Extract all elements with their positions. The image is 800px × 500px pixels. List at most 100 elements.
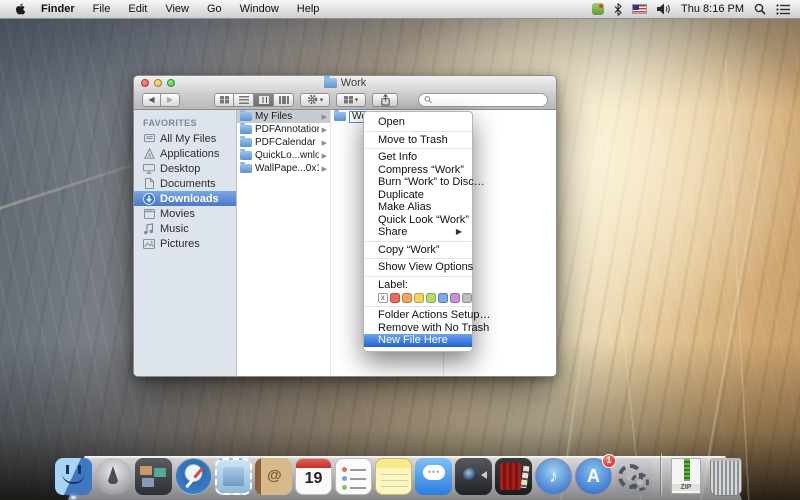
- dock-mission-control-icon[interactable]: [135, 458, 172, 495]
- file-name: PDFCalendar: [255, 137, 319, 148]
- sidebar-item-pictures[interactable]: Pictures: [134, 236, 236, 251]
- dock-system-preferences-icon[interactable]: [615, 458, 652, 495]
- pictures-icon: [143, 238, 155, 250]
- coverflow-view-button[interactable]: [274, 93, 294, 107]
- zoom-button[interactable]: [167, 79, 175, 87]
- sidebar-item-label: Movies: [160, 208, 195, 220]
- window-titlebar[interactable]: Work: [134, 76, 556, 90]
- file-row-pdfcalendar[interactable]: PDFCalendar ▶: [237, 136, 330, 149]
- dock-contacts-icon[interactable]: [255, 458, 292, 495]
- file-row-my-files[interactable]: My Files ▶: [237, 110, 330, 123]
- menu-item-folder-actions-setup[interactable]: Folder Actions Setup…: [364, 309, 472, 322]
- label-blue-swatch[interactable]: [438, 293, 448, 303]
- sidebar-item-label: Pictures: [160, 238, 200, 250]
- folder-icon: [240, 164, 252, 173]
- submenu-arrow-icon: ▶: [456, 226, 462, 239]
- menu-item-open[interactable]: Open: [364, 116, 472, 129]
- action-gear-button[interactable]: ▾: [300, 93, 330, 107]
- menubar-item-finder[interactable]: Finder: [32, 0, 84, 18]
- app-menu-extra-icon[interactable]: [592, 3, 604, 15]
- icon-view-icon: [220, 96, 229, 104]
- dock-zip-file-icon[interactable]: ZIP: [668, 458, 705, 495]
- menubar-item-window[interactable]: Window: [231, 0, 288, 18]
- file-row-quicklook-downloader[interactable]: QuickLo...wnloader ▶: [237, 149, 330, 162]
- menu-item-copy[interactable]: Copy “Work”: [364, 244, 472, 257]
- coverflow-view-icon: [279, 96, 289, 104]
- menu-item-move-to-trash[interactable]: Move to Trash: [364, 134, 472, 147]
- apple-menu[interactable]: [10, 2, 32, 16]
- bluetooth-icon[interactable]: [614, 3, 622, 16]
- sidebar-item-documents[interactable]: Documents: [134, 176, 236, 191]
- dock-launchpad-icon[interactable]: [95, 458, 132, 495]
- dock-reminders-icon[interactable]: [335, 458, 372, 495]
- sidebar-item-movies[interactable]: Movies: [134, 206, 236, 221]
- menubar-item-view[interactable]: View: [156, 0, 198, 18]
- menu-item-burn[interactable]: Burn “Work” to Disc…: [364, 176, 472, 189]
- dock-trash-icon[interactable]: [708, 458, 745, 495]
- share-button[interactable]: [372, 93, 398, 107]
- arrange-button[interactable]: ▾: [336, 93, 366, 107]
- label-none-swatch[interactable]: x: [378, 293, 388, 303]
- volume-icon[interactable]: [657, 3, 671, 15]
- search-field[interactable]: [418, 93, 548, 107]
- dock-finder-icon[interactable]: [55, 458, 92, 495]
- dock-mail-icon[interactable]: [215, 458, 252, 495]
- sidebar-item-downloads[interactable]: Downloads: [134, 191, 236, 206]
- icon-view-button[interactable]: [214, 93, 234, 107]
- menu-item-share[interactable]: Share ▶: [364, 226, 472, 239]
- dock-notes-icon[interactable]: [375, 458, 412, 495]
- sidebar-item-all-my-files[interactable]: All My Files: [134, 131, 236, 146]
- menu-item-remove-with-no-trash[interactable]: Remove with No Trash: [364, 322, 472, 335]
- notification-center-icon[interactable]: [776, 4, 790, 15]
- chevron-right-icon: ▶: [322, 139, 327, 147]
- context-menu: Open Move to Trash Get Info Compress “Wo…: [363, 111, 473, 352]
- search-input[interactable]: [435, 94, 542, 105]
- list-view-button[interactable]: [234, 93, 254, 107]
- sidebar-item-label: Music: [160, 223, 189, 235]
- apple-logo-icon: [15, 2, 27, 16]
- dock-facetime-icon[interactable]: [455, 458, 492, 495]
- file-name: My Files: [255, 111, 319, 122]
- dock-app-store-icon[interactable]: A 1: [575, 458, 612, 495]
- input-language-flag-icon[interactable]: [632, 4, 647, 14]
- sidebar-item-desktop[interactable]: Desktop: [134, 161, 236, 176]
- sidebar-item-applications[interactable]: A Applications: [134, 146, 236, 161]
- back-button[interactable]: ◀: [142, 93, 161, 107]
- dock-safari-icon[interactable]: [175, 458, 212, 495]
- close-button[interactable]: [141, 79, 149, 87]
- menu-item-get-info[interactable]: Get Info: [364, 151, 472, 164]
- downloads-icon: [143, 193, 155, 205]
- label-green-swatch[interactable]: [426, 293, 436, 303]
- menu-item-compress[interactable]: Compress “Work”: [364, 164, 472, 177]
- sidebar: FAVORITES All My Files A Applications De…: [134, 110, 237, 376]
- menubar-item-edit[interactable]: Edit: [119, 0, 156, 18]
- file-row-pdfannotationeditor[interactable]: PDFAnnotationEditor ▶: [237, 123, 330, 136]
- menubar-clock[interactable]: Thu 8:16 PM: [681, 3, 744, 15]
- spotlight-icon[interactable]: [754, 3, 766, 15]
- menubar-item-help[interactable]: Help: [288, 0, 329, 18]
- dock-messages-icon[interactable]: [415, 458, 452, 495]
- label-gray-swatch[interactable]: [462, 293, 472, 303]
- menu-item-duplicate[interactable]: Duplicate: [364, 189, 472, 202]
- label-purple-swatch[interactable]: [450, 293, 460, 303]
- dock-itunes-icon[interactable]: ♪: [535, 458, 572, 495]
- dock-photo-booth-icon[interactable]: [495, 458, 532, 495]
- menubar-item-go[interactable]: Go: [198, 0, 231, 18]
- sidebar-item-music[interactable]: Music: [134, 221, 236, 236]
- menu-item-new-file-here[interactable]: New File Here: [364, 334, 472, 347]
- label-red-swatch[interactable]: [390, 293, 400, 303]
- column-view-button[interactable]: [254, 93, 274, 107]
- menubar-item-file[interactable]: File: [84, 0, 120, 18]
- dock-calendar-icon[interactable]: 19: [295, 458, 332, 495]
- file-row-wallpaper[interactable]: WallPape...0x1440 ▶: [237, 162, 330, 175]
- list-view-icon: [239, 96, 249, 104]
- forward-button[interactable]: ▶: [161, 93, 180, 107]
- calendar-header: [296, 459, 331, 468]
- menu-item-make-alias[interactable]: Make Alias: [364, 201, 472, 214]
- label-yellow-swatch[interactable]: [414, 293, 424, 303]
- label-orange-swatch[interactable]: [402, 293, 412, 303]
- menu-item-quick-look[interactable]: Quick Look “Work”: [364, 214, 472, 227]
- minimize-button[interactable]: [154, 79, 162, 87]
- grass-stalk: [725, 60, 750, 500]
- menu-item-show-view-options[interactable]: Show View Options: [364, 261, 472, 274]
